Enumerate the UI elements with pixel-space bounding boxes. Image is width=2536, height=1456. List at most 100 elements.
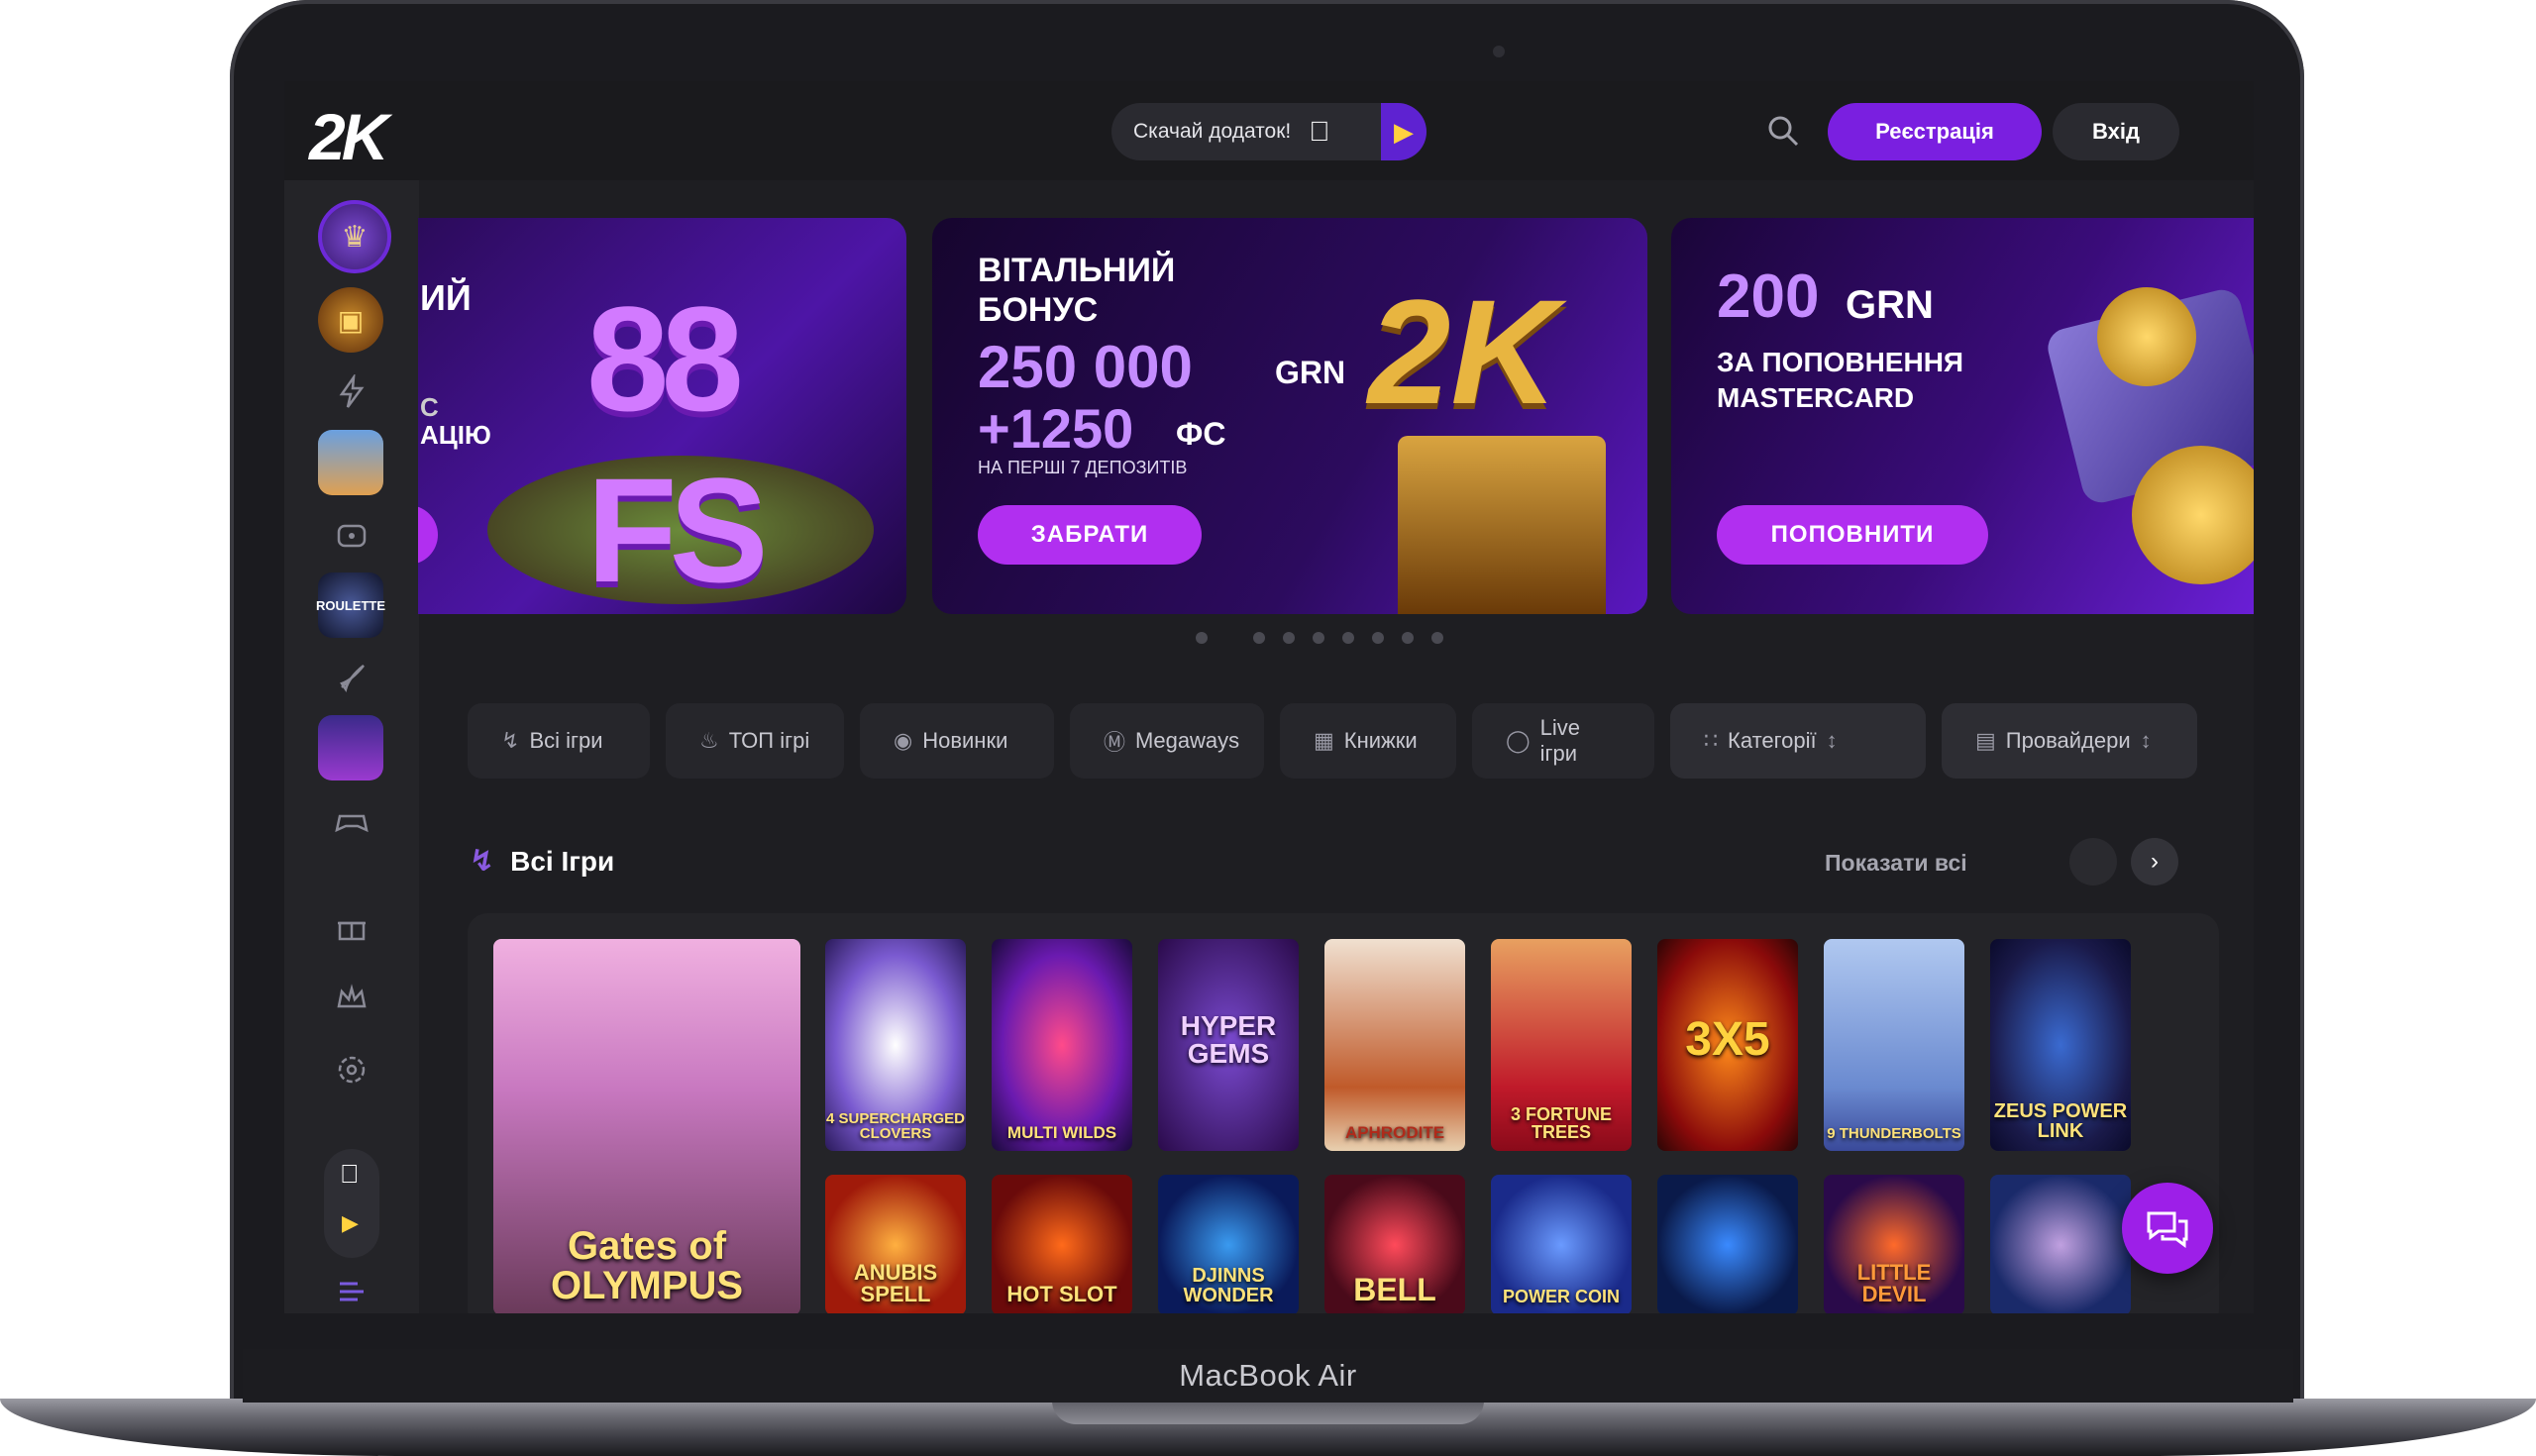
gift-icon[interactable]: [334, 909, 370, 945]
gamepad-icon[interactable]: [334, 802, 370, 838]
search-icon[interactable]: [1765, 113, 1801, 149]
apple-icon[interactable]: : [1309, 116, 1329, 148]
game-tile[interactable]: MULTI WILDS: [992, 939, 1132, 1151]
provider-icon: ▤: [1975, 728, 1996, 753]
carousel-dot[interactable]: [1431, 632, 1443, 644]
sidebar-apple-icon[interactable]: : [340, 1159, 360, 1190]
download-app-pill[interactable]: Скачай додаток!  ▶: [1111, 103, 1426, 160]
claim-bonus-button[interactable]: ЗАБРАТИ: [978, 505, 1202, 565]
rocket-icon[interactable]: [334, 660, 370, 695]
chevron-updown-icon: ↕: [2140, 728, 2152, 753]
categories-dropdown[interactable]: ∷ Категорії ↕: [1670, 703, 1926, 779]
filter-label: Megaways: [1135, 728, 1240, 753]
trophy-base: [1398, 436, 1606, 614]
game-title: HYPER GEMS: [1180, 1010, 1277, 1069]
filter-label: Live ігри: [1539, 715, 1580, 766]
banner2-fs-unit: ФС: [1176, 416, 1226, 452]
book-icon: ▦: [1314, 728, 1334, 753]
login-button[interactable]: Вхід: [2053, 103, 2179, 160]
game-tile[interactable]: 9 THUNDERBOLTS: [1824, 939, 1964, 1151]
banner1-fragment-top: ИЙ: [420, 277, 472, 318]
banner1-button[interactable]: [418, 505, 438, 565]
show-all-link[interactable]: Показати всі: [1825, 850, 1967, 877]
crown-icon[interactable]: [334, 981, 370, 1016]
logo-text: 2K: [309, 100, 388, 173]
filter-label: Категорії: [1728, 728, 1817, 753]
screen: 2K Скачай додаток!  ▶ Реєстрація Вхід ♛…: [284, 81, 2254, 1313]
game-tile[interactable]: 4 SUPERCHARGED CLOVERS: [825, 939, 966, 1151]
filter-live[interactable]: ◯ Live ігри: [1472, 703, 1654, 779]
game-tile[interactable]: Gates of OLYMPUS: [493, 939, 800, 1313]
game-tile[interactable]: ANUBIS SPELL: [825, 1175, 966, 1313]
sidebar-game-thumb-1[interactable]: [318, 430, 383, 495]
top-up-button[interactable]: ПОПОВНИТИ: [1717, 505, 1988, 565]
filter-all-games[interactable]: ↯ Всі ігри: [468, 703, 650, 779]
banner3-amount: 200: [1717, 262, 1820, 331]
carousel-prev-button[interactable]: [2069, 838, 2117, 885]
game-tile[interactable]: 3 FORTUNE TREES: [1491, 939, 1632, 1151]
carousel-dot[interactable]: [1313, 632, 1324, 644]
game-title: DJINNS WONDER: [1183, 1265, 1274, 1306]
carousel-dot[interactable]: [1196, 632, 1208, 644]
filter-megaways[interactable]: Ⓜ Megaways: [1070, 703, 1264, 779]
carousel-dot[interactable]: [1253, 632, 1265, 644]
new-icon: ◉: [894, 728, 913, 753]
banner2-note: НА ПЕРШІ 7 ДЕПОЗИТІВ: [978, 458, 1188, 477]
carousel-dot[interactable]: [1283, 632, 1295, 644]
sidebar-spaceman-thumb[interactable]: [318, 715, 383, 780]
game-title: BELL: [1353, 1272, 1436, 1307]
logo[interactable]: 2K: [309, 99, 388, 174]
game-tile[interactable]: [1657, 1175, 1798, 1313]
live-icon: ◯: [1506, 728, 1531, 753]
tv-icon[interactable]: [334, 517, 370, 553]
game-title: APHRODITE: [1344, 1123, 1445, 1142]
section-title: Всі Ігри: [510, 845, 615, 877]
chat-button[interactable]: [2122, 1183, 2213, 1274]
game-tile[interactable]: HOT SLOT: [992, 1175, 1132, 1313]
lightning-icon[interactable]: [334, 374, 370, 410]
game-tile[interactable]: POWER COIN: [1491, 1175, 1632, 1313]
promo-banner-1[interactable]: ИЙ С АЦІЮ 88 FS: [418, 218, 906, 614]
sidebar-chest-icon[interactable]: ▣: [318, 287, 383, 353]
game-tile[interactable]: ZEUS POWER LINK: [1990, 939, 2131, 1151]
promo-banner-welcome[interactable]: ВІТАЛЬНИЙ БОНУС 250 000 GRN +1250 ФС НА …: [932, 218, 1647, 614]
game-tile[interactable]: [1990, 1175, 2131, 1313]
carousel-dot[interactable]: [1402, 632, 1414, 644]
register-button[interactable]: Реєстрація: [1828, 103, 2042, 160]
game-tile[interactable]: LITTLE DEVIL: [1824, 1175, 1964, 1313]
carousel-dot[interactable]: [1372, 632, 1384, 644]
promo-banner-mastercard[interactable]: 200 GRN ЗА ПОПОВНЕННЯ MASTERCARD ПОПОВНИ…: [1671, 218, 2254, 614]
carousel-dot[interactable]: [1342, 632, 1354, 644]
game-title: HOT SLOT: [1006, 1282, 1117, 1306]
google-play-icon[interactable]: ▶: [1381, 103, 1426, 160]
lightning-icon: ↯: [501, 728, 520, 753]
filter-top-games[interactable]: ♨ ТОП ігрі: [666, 703, 844, 779]
game-title: 9 THUNDERBOLTS: [1827, 1125, 1961, 1142]
game-tile[interactable]: APHRODITE: [1324, 939, 1465, 1151]
game-title: 3X5: [1685, 1013, 1770, 1066]
banner3-currency: GRN: [1846, 283, 1934, 327]
filter-books[interactable]: ▦ Книжки: [1280, 703, 1456, 779]
header: 2K Скачай додаток!  ▶ Реєстрація Вхід: [284, 81, 2254, 180]
banner2-line2: БОНУС: [978, 291, 1099, 329]
filter-label: Провайдери: [2005, 728, 2131, 753]
sidebar-play-icon[interactable]: ▶: [342, 1210, 359, 1236]
providers-dropdown[interactable]: ▤ Провайдери ↕: [1942, 703, 2197, 779]
banner1-fragment-mid: С: [420, 392, 439, 422]
game-title: POWER COIN: [1502, 1287, 1620, 1306]
game-title: ANUBIS SPELL: [853, 1260, 938, 1306]
sidebar-shield-icon[interactable]: ♛: [318, 200, 391, 273]
filter-new[interactable]: ◉ Новинки: [860, 703, 1054, 779]
game-tile[interactable]: DJINNS WONDER: [1158, 1175, 1299, 1313]
game-tile[interactable]: 3X5: [1657, 939, 1798, 1151]
filter-label: Книжки: [1343, 728, 1418, 753]
game-tile[interactable]: BELL: [1324, 1175, 1465, 1313]
game-tile[interactable]: HYPER GEMS: [1158, 939, 1299, 1151]
settings-icon[interactable]: [334, 1052, 370, 1088]
carousel-next-button[interactable]: ›: [2131, 838, 2178, 885]
device-label: MacBook Air: [1179, 1358, 1357, 1393]
collapse-sidebar-icon[interactable]: [334, 1274, 370, 1309]
section-header: ↯ Всі Ігри: [470, 844, 614, 879]
coin-graphic-2: [2132, 446, 2254, 584]
sidebar-roulette-thumb[interactable]: ROULETTE: [316, 572, 385, 638]
